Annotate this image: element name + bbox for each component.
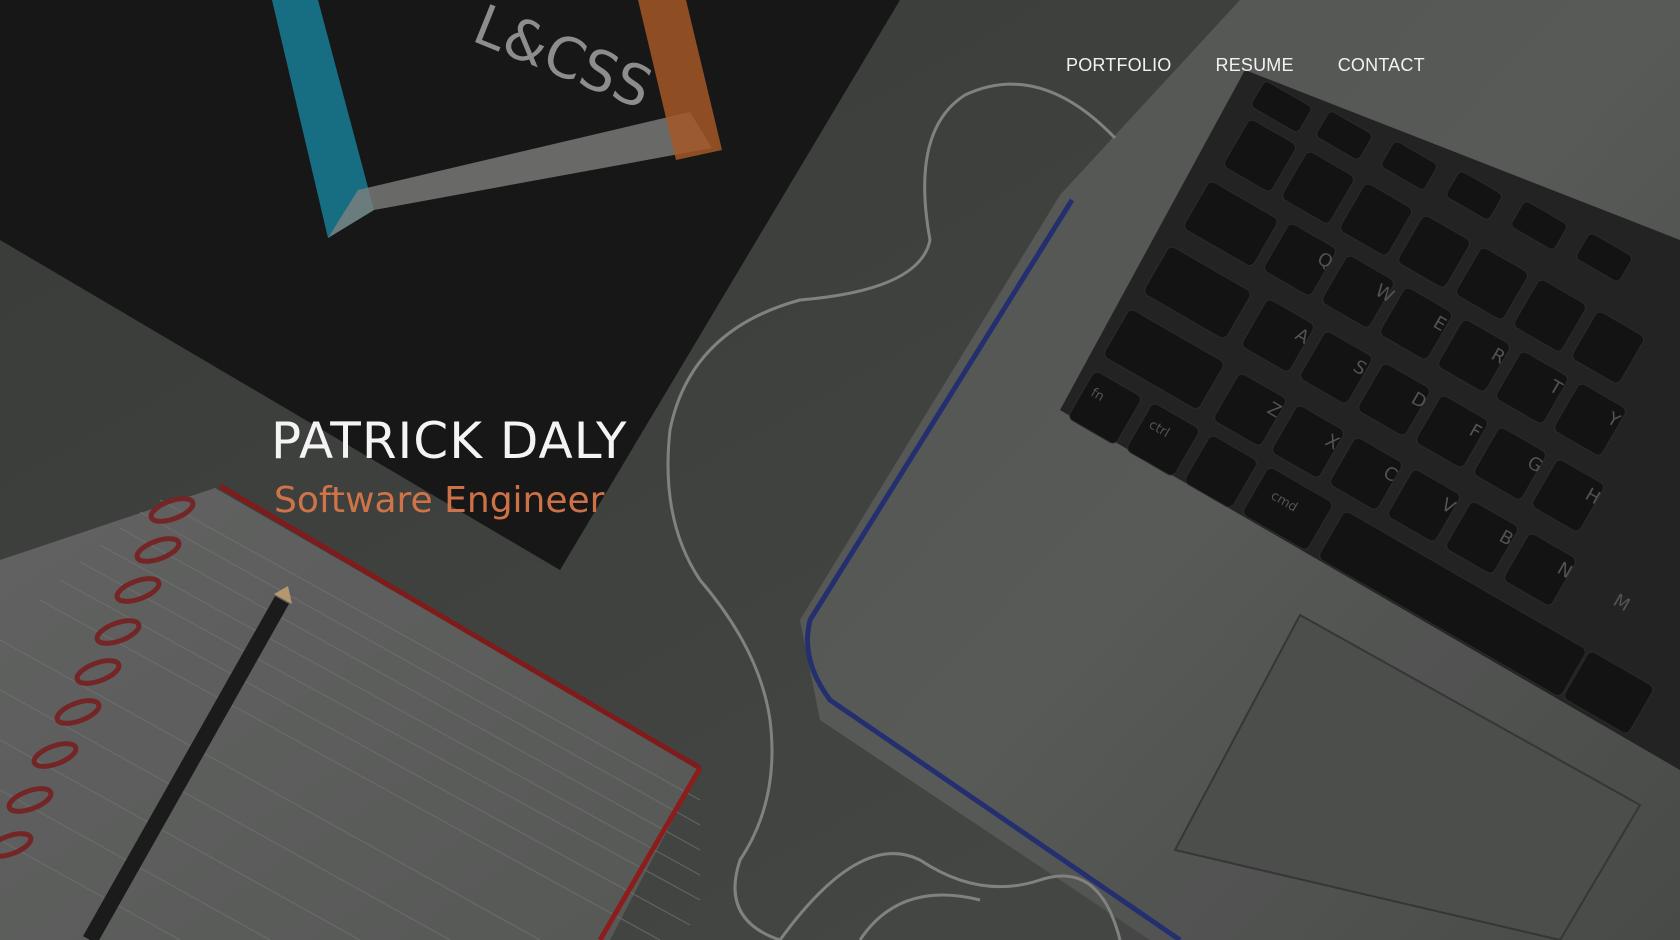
nav-link-contact[interactable]: CONTACT: [1338, 55, 1425, 76]
nav-link-resume[interactable]: RESUME: [1216, 55, 1294, 76]
hero-subtitle: Software Engineer: [274, 480, 605, 521]
background-photo: L&CSS Q W E R T Y A S D F G H Z X C V B …: [0, 0, 1680, 940]
top-nav: PORTFOLIO RESUME CONTACT: [1066, 55, 1425, 76]
hero-title: PATRICK DALY: [271, 412, 628, 470]
hero-section: L&CSS Q W E R T Y A S D F G H Z X C V B …: [0, 0, 1680, 940]
hero-text-block: PATRICK DALY Software Engineer: [271, 412, 627, 522]
nav-link-portfolio[interactable]: PORTFOLIO: [1066, 55, 1172, 76]
